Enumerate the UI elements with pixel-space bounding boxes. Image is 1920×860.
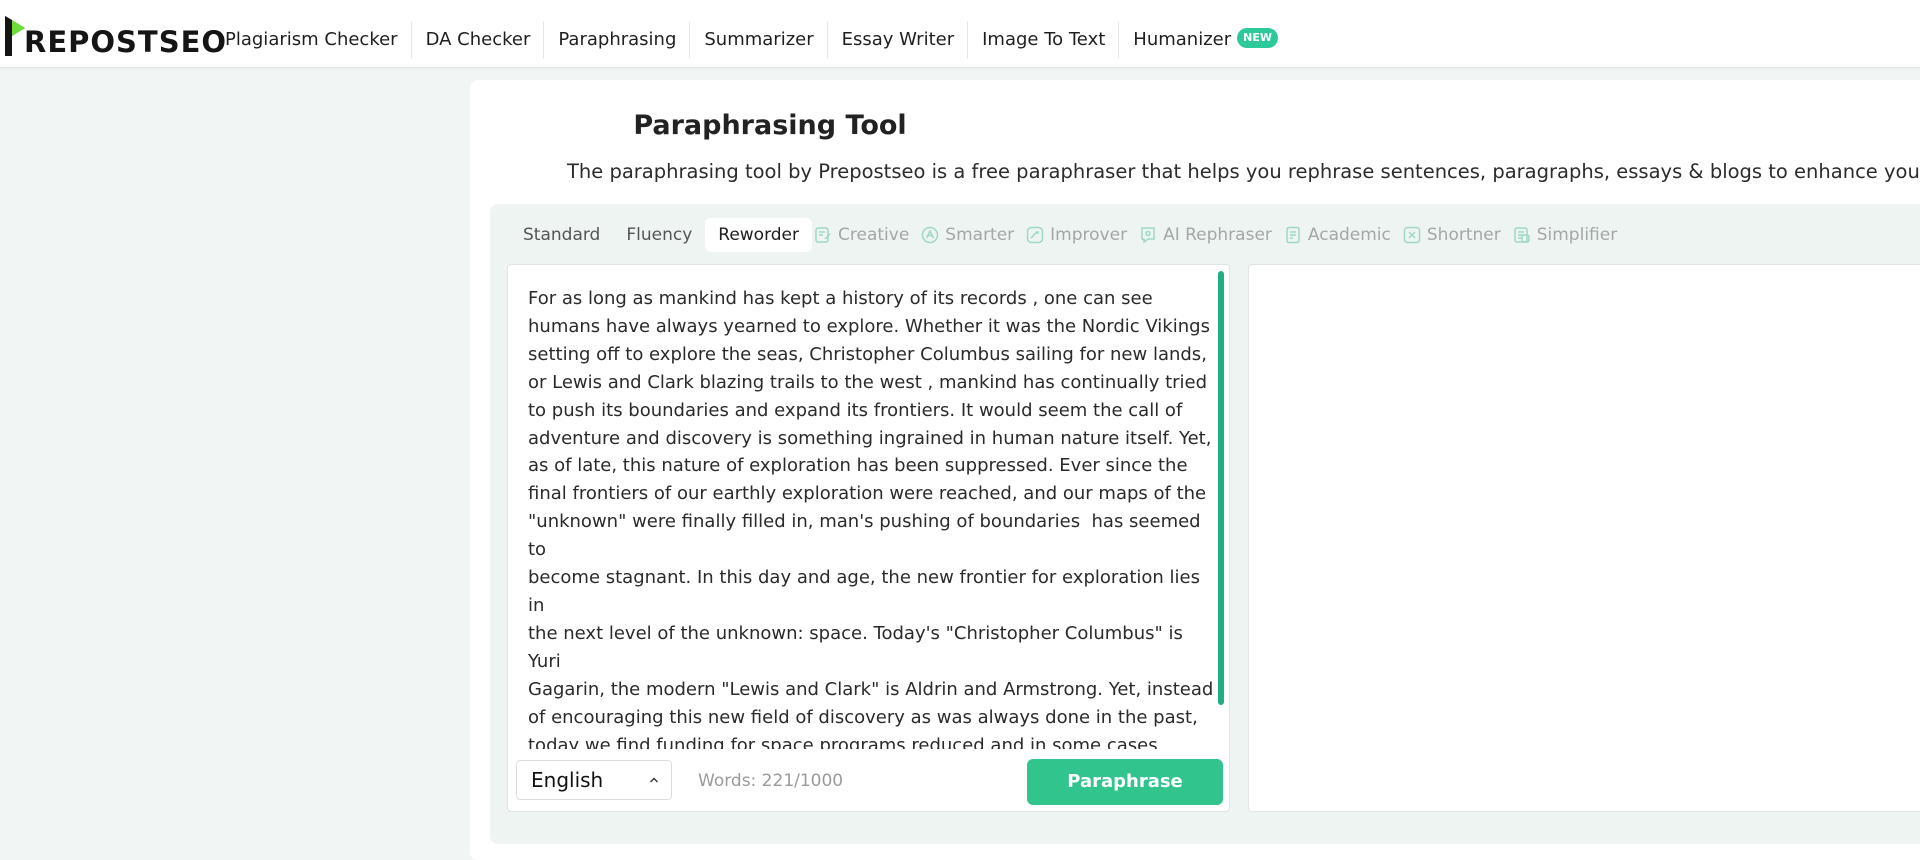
input-editor: For as long as mankind has kept a histor… — [507, 264, 1230, 812]
tab-improver-label: Improver — [1050, 225, 1128, 245]
page-title: Paraphrasing Tool — [633, 110, 907, 141]
nav-essay-writer[interactable]: Essay Writer — [826, 22, 967, 58]
ai-rephraser-icon — [1141, 227, 1155, 244]
new-badge: NEW — [1237, 28, 1278, 48]
language-value: English — [531, 768, 604, 792]
simplifier-icon — [1513, 227, 1530, 243]
nav-paraphrasing[interactable]: Paraphrasing — [543, 22, 689, 58]
chevron-up-icon — [650, 777, 658, 783]
nav-image-to-text[interactable]: Image To Text — [967, 22, 1118, 58]
nav-humanizer[interactable]: Humanizer NEW — [1118, 22, 1291, 58]
tab-creative-label: Creative — [838, 225, 910, 245]
tab-academic-label: Academic — [1307, 225, 1391, 245]
tab-academic[interactable]: Academic — [1282, 218, 1401, 252]
tab-creative[interactable]: Creative — [812, 218, 919, 252]
logo-text: REPOSTSEO — [24, 25, 228, 59]
logo-p-mark-icon — [5, 16, 25, 56]
nav-summarizer[interactable]: Summarizer — [689, 22, 826, 58]
language-select[interactable]: English — [516, 760, 672, 800]
tab-ai-rephraser-label: AI Rephraser — [1163, 225, 1272, 245]
main-nav: Plagiarism Checker DA Checker Paraphrasi… — [212, 16, 1291, 64]
creative-icon — [815, 227, 831, 243]
tab-reworder[interactable]: Reworder — [705, 218, 813, 252]
output-editor[interactable] — [1248, 264, 1920, 812]
editor-scrollbar[interactable] — [1218, 271, 1224, 705]
paraphrase-button[interactable]: Paraphrase — [1027, 759, 1223, 805]
word-count: Words: 221/1000 — [698, 771, 844, 791]
tab-standard[interactable]: Standard — [510, 218, 613, 252]
page-subtitle: The paraphrasing tool by Prepostseo is a… — [567, 160, 1920, 183]
improver-icon — [1026, 226, 1044, 244]
nav-plagiarism-checker[interactable]: Plagiarism Checker — [212, 22, 411, 58]
nav-humanizer-label: Humanizer — [1133, 29, 1232, 50]
top-navbar: REPOSTSEO Plagiarism Checker DA Checker … — [0, 0, 1920, 68]
tab-shortner[interactable]: Shortner — [1401, 218, 1511, 252]
tab-shortner-label: Shortner — [1426, 225, 1501, 245]
tab-smarter[interactable]: Smarter — [919, 218, 1024, 252]
input-textarea[interactable]: For as long as mankind has kept a histor… — [528, 285, 1218, 749]
prepostseo-logo[interactable]: REPOSTSEO — [4, 12, 227, 58]
academic-icon — [1286, 226, 1300, 244]
shortner-icon — [1403, 226, 1421, 244]
tab-fluency[interactable]: Fluency — [613, 218, 705, 252]
tab-improver[interactable]: Improver — [1024, 218, 1137, 252]
tab-ai-rephraser[interactable]: AI Rephraser — [1137, 218, 1282, 252]
tab-simplifier[interactable]: Simplifier — [1511, 218, 1627, 252]
smarter-icon — [922, 226, 939, 244]
nav-da-checker[interactable]: DA Checker — [410, 22, 544, 58]
tab-simplifier-label: Simplifier — [1536, 225, 1618, 245]
mode-tabs: Standard Fluency Reworder Creative Smart… — [510, 217, 1627, 253]
tab-smarter-label: Smarter — [945, 225, 1015, 245]
